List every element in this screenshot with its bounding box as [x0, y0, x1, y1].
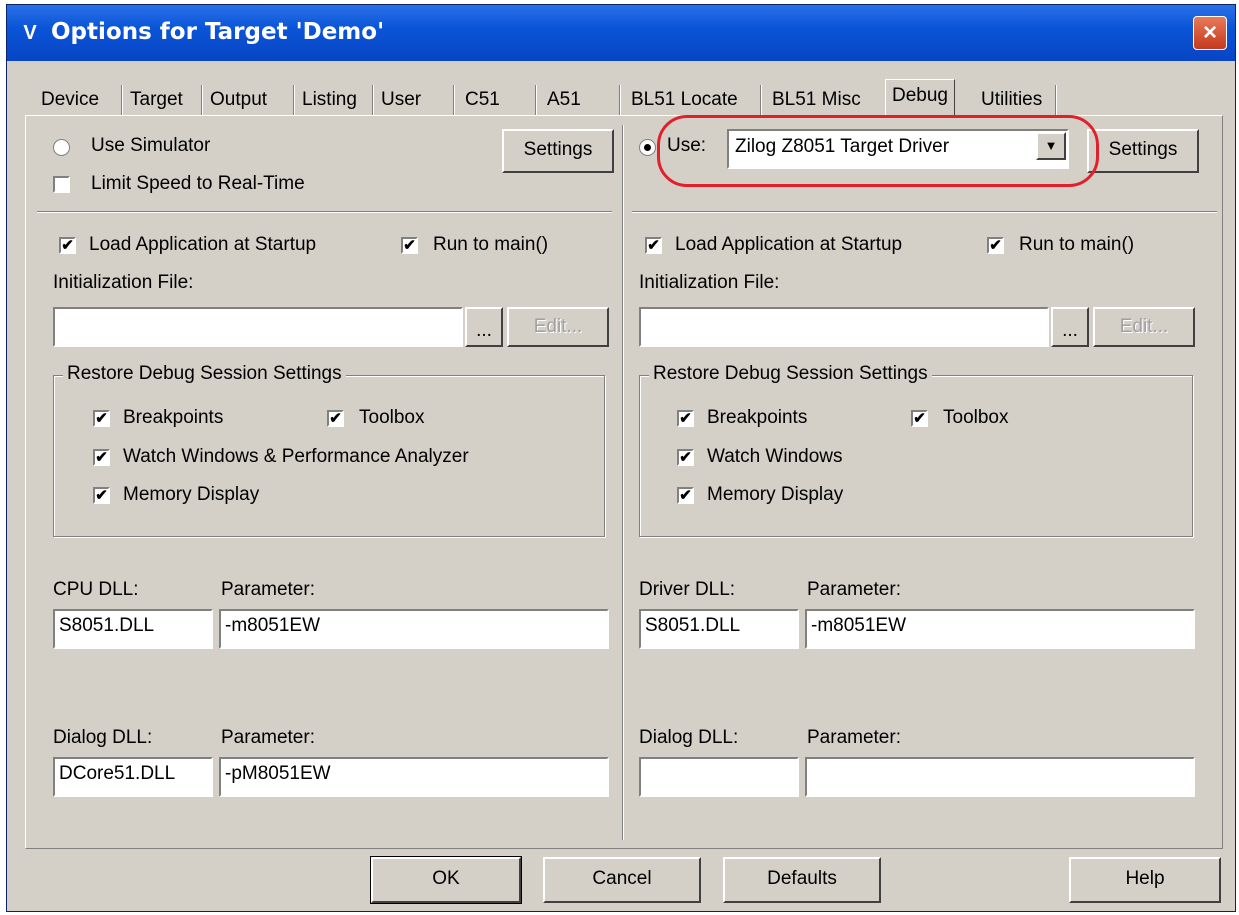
right-watch-label: Watch Windows: [707, 446, 843, 467]
right-edit-button[interactable]: Edit...: [1093, 307, 1195, 347]
right-dialog-parameter-label: Parameter:: [807, 727, 901, 748]
right-init-file-input[interactable]: [639, 307, 1049, 347]
left-dialog-parameter-label: Parameter:: [221, 727, 315, 748]
tab-output[interactable]: Output: [204, 85, 273, 115]
column-divider: [622, 125, 624, 840]
cpu-parameter-input[interactable]: -m8051EW: [219, 609, 609, 649]
driver-parameter-label: Parameter:: [807, 579, 901, 600]
left-init-file-label: Initialization File:: [53, 272, 194, 293]
tab-separator: [453, 85, 455, 115]
left-run-to-main-label: Run to main(): [433, 234, 549, 255]
right-run-to-main-label: Run to main(): [1019, 234, 1135, 255]
limit-speed-label: Limit Speed to Real-Time: [91, 173, 305, 194]
right-browse-button[interactable]: ...: [1051, 307, 1089, 347]
left-toolbox-checkbox[interactable]: ✔: [327, 410, 344, 427]
driver-dll-label: Driver DLL:: [639, 579, 736, 600]
left-toolbox-label: Toolbox: [359, 407, 425, 428]
tab-separator: [1055, 85, 1057, 115]
use-simulator-label: Use Simulator: [91, 135, 211, 156]
cpu-dll-input[interactable]: S8051.DLL: [53, 609, 213, 649]
defaults-button[interactable]: Defaults: [723, 857, 881, 903]
use-driver-radio[interactable]: [639, 139, 656, 156]
tab-utilities[interactable]: Utilities: [975, 85, 1048, 115]
tab-target[interactable]: Target: [124, 85, 189, 115]
left-watch-checkbox[interactable]: ✔: [93, 449, 110, 466]
tab-device[interactable]: Device: [35, 85, 105, 115]
tab-debug[interactable]: Debug: [885, 79, 955, 115]
left-run-to-main-checkbox[interactable]: ✔: [401, 237, 418, 254]
cpu-parameter-label: Parameter:: [221, 579, 315, 600]
tab-separator: [121, 85, 123, 115]
left-load-app-label: Load Application at Startup: [89, 234, 317, 255]
right-load-app-checkbox[interactable]: ✔: [645, 237, 662, 254]
right-dialog-dll-label: Dialog DLL:: [639, 727, 739, 748]
limit-speed-checkbox[interactable]: [53, 176, 70, 193]
right-load-app-label: Load Application at Startup: [675, 234, 903, 255]
left-separator: [37, 211, 612, 213]
tab-user[interactable]: User: [375, 85, 427, 115]
left-watch-label: Watch Windows & Performance Analyzer: [123, 446, 469, 467]
driver-dll-input[interactable]: S8051.DLL: [639, 609, 799, 649]
tab-separator: [535, 85, 537, 115]
left-browse-button[interactable]: ...: [465, 307, 503, 347]
right-memory-label: Memory Display: [707, 484, 844, 505]
tab-separator: [293, 85, 295, 115]
tab-separator: [760, 85, 762, 115]
annotation-highlight: [657, 115, 1099, 187]
left-init-file-input[interactable]: [53, 307, 463, 347]
right-breakpoints-checkbox[interactable]: ✔: [677, 410, 694, 427]
options-dialog: V Options for Target 'Demo' × Device Tar…: [6, 4, 1236, 912]
tab-a51[interactable]: A51: [541, 85, 587, 115]
cancel-button[interactable]: Cancel: [543, 857, 701, 903]
title-bar[interactable]: V Options for Target 'Demo' ×: [7, 5, 1235, 61]
use-simulator-radio[interactable]: [53, 139, 70, 156]
driver-parameter-input[interactable]: -m8051EW: [805, 609, 1195, 649]
ok-button[interactable]: OK: [370, 856, 522, 904]
tab-bl51-misc[interactable]: BL51 Misc: [766, 85, 867, 115]
cpu-dll-label: CPU DLL:: [53, 579, 139, 600]
left-edit-button[interactable]: Edit...: [507, 307, 609, 347]
tab-separator: [201, 85, 203, 115]
right-breakpoints-label: Breakpoints: [707, 407, 808, 428]
tab-c51[interactable]: C51: [459, 85, 506, 115]
right-run-to-main-checkbox[interactable]: ✔: [987, 237, 1004, 254]
help-button[interactable]: Help: [1069, 857, 1221, 903]
right-init-file-label: Initialization File:: [639, 272, 780, 293]
simulator-settings-button[interactable]: Settings: [502, 129, 614, 173]
app-icon: V: [23, 22, 37, 44]
right-restore-group-title: Restore Debug Session Settings: [649, 363, 932, 385]
tab-separator: [372, 85, 374, 115]
left-dialog-dll-label: Dialog DLL:: [53, 727, 153, 748]
right-dialog-dll-input[interactable]: [639, 757, 799, 797]
left-dialog-dll-input[interactable]: DCore51.DLL: [53, 757, 213, 797]
left-restore-group-title: Restore Debug Session Settings: [63, 363, 346, 385]
right-toolbox-label: Toolbox: [943, 407, 1009, 428]
right-dialog-parameter-input[interactable]: [805, 757, 1195, 797]
tab-separator: [619, 85, 621, 115]
window-title: Options for Target 'Demo': [51, 19, 385, 45]
left-breakpoints-label: Breakpoints: [123, 407, 224, 428]
left-load-app-checkbox[interactable]: ✔: [59, 237, 76, 254]
left-memory-label: Memory Display: [123, 484, 260, 505]
tab-listing[interactable]: Listing: [296, 85, 363, 115]
right-toolbox-checkbox[interactable]: ✔: [911, 410, 928, 427]
close-button[interactable]: ×: [1193, 16, 1227, 50]
left-memory-checkbox[interactable]: ✔: [93, 487, 110, 504]
left-dialog-parameter-input[interactable]: -pM8051EW: [219, 757, 609, 797]
right-watch-checkbox[interactable]: ✔: [677, 449, 694, 466]
tab-bl51-locate[interactable]: BL51 Locate: [625, 85, 744, 115]
right-memory-checkbox[interactable]: ✔: [677, 487, 694, 504]
left-breakpoints-checkbox[interactable]: ✔: [93, 410, 110, 427]
right-separator: [632, 211, 1217, 213]
driver-settings-button[interactable]: Settings: [1087, 129, 1199, 173]
